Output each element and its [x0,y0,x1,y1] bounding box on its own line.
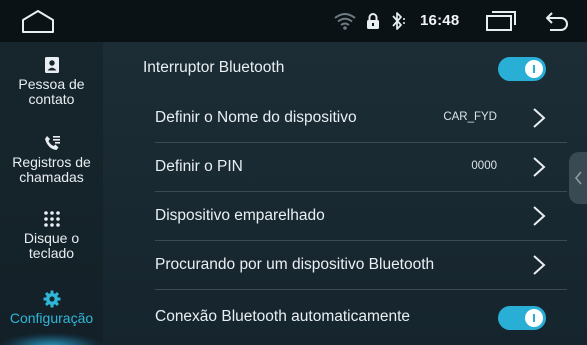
device-name-label: Definir o Nome do dispositivo [155,109,357,126]
clock: 16:48 [420,12,460,29]
toggle-knob [525,309,543,327]
gear-icon [43,290,60,308]
lock-icon [367,13,379,29]
recent-apps-icon[interactable] [485,10,517,32]
toggle-knob [525,60,543,78]
chevron-right-icon [533,206,546,226]
nav-settings[interactable]: Configuração [0,290,103,345]
back-icon[interactable] [544,9,570,33]
status-bar: 16:48 [0,0,587,42]
chevron-right-icon [533,255,546,275]
sidebar: Pessoa de contato Registros de chamadas … [0,42,103,345]
bluetooth-toggle[interactable] [498,57,546,81]
search-device-row[interactable]: Procurando por um dispositivo Bluetooth [103,241,587,289]
chevron-right-icon [533,108,546,128]
bluetooth-settings-panel: Interruptor Bluetooth Definir o Nome do … [103,42,587,345]
nav-settings-label: Configuração [9,310,94,326]
nav-call-log-label: Registros de chamadas [12,154,91,185]
chevron-left-icon [574,171,582,185]
nav-call-log[interactable]: Registros de chamadas [0,134,103,185]
pin-label: Definir o PIN [155,158,243,175]
nav-dialpad-label: Disque o teclado [23,230,80,261]
chevron-right-icon [533,157,546,177]
auto-connect-toggle[interactable] [498,306,546,330]
side-drawer-handle[interactable] [569,152,587,204]
nav-dialpad[interactable]: Disque o teclado [0,210,103,261]
pin-value: 0000 [471,160,497,172]
auto-connect-label: Conexão Bluetooth automaticamente [155,308,411,325]
auto-connect-row[interactable]: Conexão Bluetooth automaticamente [103,293,587,341]
device-name-value: CAR_FYD [443,111,497,123]
wifi-icon [334,13,356,30]
divider [155,289,567,290]
paired-device-row[interactable]: Dispositivo emparelhado [103,192,587,240]
contact-icon [44,57,59,73]
nav-contacts-label: Pessoa de contato [18,76,85,107]
pin-row[interactable]: Definir o PIN 0000 [103,143,587,191]
search-device-label: Procurando por um dispositivo Bluetooth [155,256,435,273]
bluetooth-switch-row[interactable]: Interruptor Bluetooth [103,44,587,92]
bluetooth-switch-label: Interruptor Bluetooth [143,59,285,76]
device-name-row[interactable]: Definir o Nome do dispositivo CAR_FYD [103,94,587,142]
call-log-icon [44,136,60,150]
home-icon[interactable] [20,8,56,34]
nav-contacts[interactable]: Pessoa de contato [0,56,103,107]
bluetooth-icon [392,12,405,30]
dialpad-icon [43,211,60,227]
paired-device-label: Dispositivo emparelhado [155,207,325,224]
active-indicator [0,333,103,345]
